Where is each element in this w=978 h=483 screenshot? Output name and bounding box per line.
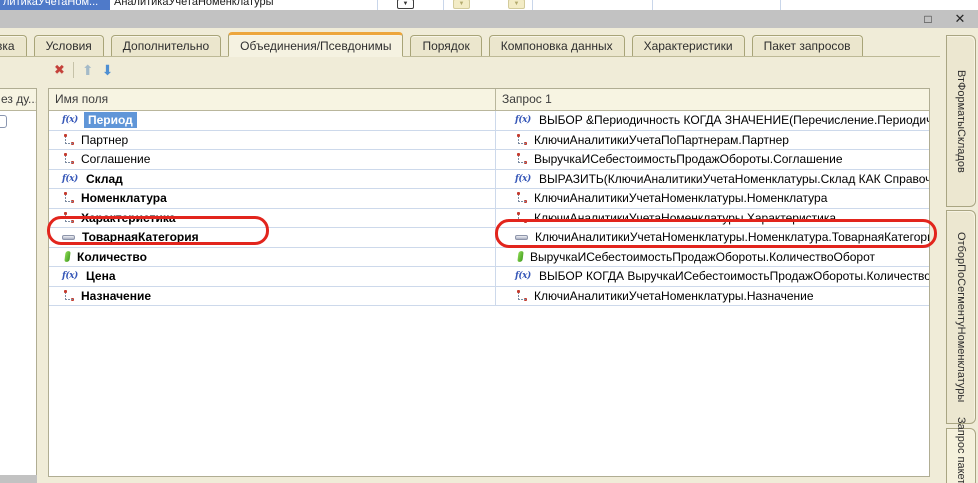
alias-toolbar: ✖ ⬆ ⬇: [54, 60, 113, 80]
table-row[interactable]: Партнер КлючиАналитикиУчетаПоПартнерам.П…: [49, 131, 929, 151]
table-header: Имя поля Запрос 1: [49, 89, 929, 111]
number-field-icon: [64, 251, 70, 263]
field-name-cell[interactable]: Номенклатура: [49, 189, 495, 208]
function-icon: f(x): [515, 115, 532, 125]
field-icon: [62, 192, 74, 204]
table-row[interactable]: Назначение КлючиАналитикиУчетаНоменклату…: [49, 287, 929, 307]
field-name: Период: [84, 112, 137, 128]
field-icon: [515, 290, 527, 302]
tab-characteristics[interactable]: Характеристики: [632, 35, 745, 56]
grid-line: [443, 0, 444, 10]
table-row[interactable]: f(x) Цена f(x) ВЫБОР КОГДА ВыручкаИСебес…: [49, 267, 929, 287]
column-header-query1: Запрос 1: [495, 89, 929, 110]
checkbox-fragment[interactable]: [0, 115, 7, 128]
field-icon: [62, 153, 74, 165]
tab-conditions[interactable]: Условия: [34, 35, 104, 56]
maximize-button[interactable]: □: [918, 10, 938, 28]
delete-button[interactable]: ✖: [54, 62, 65, 78]
tab-grouping-partial[interactable]: вка: [0, 35, 27, 56]
left-panel-header: ез ду...: [0, 89, 36, 111]
field-name-cell[interactable]: Соглашение: [49, 150, 495, 169]
vtab-zapros-paketa-3[interactable]: Запрос пакета 3: [946, 428, 976, 483]
dropdown-button[interactable]: ▼: [508, 0, 525, 9]
field-icon: [515, 134, 527, 146]
query-expression-cell[interactable]: КлючиАналитикиУчетаНоменклатуры.Номенкла…: [495, 189, 929, 208]
dropdown-button[interactable]: ▼: [397, 0, 414, 9]
tab-additional[interactable]: Дополнительно: [111, 35, 221, 56]
field-name-cell[interactable]: Партнер: [49, 131, 495, 150]
query-expression-cell[interactable]: f(x) ВЫБОР &Периодичность КОГДА ЗНАЧЕНИЕ…: [495, 111, 929, 130]
field-name: Склад: [86, 172, 123, 186]
field-icon: [62, 134, 74, 146]
function-icon: f(x): [515, 174, 532, 184]
vtab-otbor-po-segmentu[interactable]: ОтборПоСегментуНоменклатуры: [946, 210, 976, 424]
query-expression-cell[interactable]: КлючиАналитикиУчетаНоменклатуры.Назначен…: [495, 287, 929, 306]
field-icon: [515, 192, 527, 204]
table-row[interactable]: Соглашение ВыручкаИСебестоимостьПродажОб…: [49, 150, 929, 170]
background-selected-cell[interactable]: литикаУчетаНом...: [0, 0, 110, 10]
field-icon: [62, 290, 74, 302]
function-icon: f(x): [62, 115, 79, 125]
move-up-button[interactable]: ⬆: [82, 62, 94, 79]
query-expression: ВЫБОР &Периодичность КОГДА ЗНАЧЕНИЕ(Пере…: [539, 113, 929, 127]
left-panel-partial: ез ду...: [0, 88, 37, 477]
tab-order[interactable]: Порядок: [410, 35, 481, 56]
left-panel-footer: [0, 475, 37, 483]
tab-strip: вка Условия Дополнительно Объединения/Пс…: [0, 31, 940, 57]
annotation-circle-field-name: [47, 216, 269, 245]
field-name: Назначение: [81, 289, 151, 303]
alias-table: Имя поля Запрос 1 f(x) Период f(x) ВЫБОР…: [48, 88, 930, 477]
field-icon: [515, 153, 527, 165]
query-expression: ВЫБОР КОГДА ВыручкаИСебестоимостьПродажО…: [539, 269, 929, 283]
background-field-name: АналитикаУчетаНоменклатуры: [114, 0, 274, 10]
column-header-field-name: Имя поля: [49, 89, 495, 110]
grid-line: [780, 0, 781, 10]
tab-query-batch[interactable]: Пакет запросов: [752, 35, 863, 56]
field-name-cell[interactable]: f(x) Цена: [49, 267, 495, 286]
query-expression: КлючиАналитикиУчетаПоПартнерам.Партнер: [534, 133, 789, 147]
field-name: Номенклатура: [81, 191, 167, 205]
function-icon: f(x): [515, 271, 532, 281]
grid-line: [377, 0, 378, 10]
annotation-circle-query: [495, 219, 937, 248]
query-expression-cell[interactable]: КлючиАналитикиУчетаПоПартнерам.Партнер: [495, 131, 929, 150]
query-expression-cell[interactable]: ВыручкаИСебестоимостьПродажОбороты.Колич…: [495, 248, 929, 267]
table-row[interactable]: f(x) Склад f(x) ВЫРАЗИТЬ(КлючиАналитикиУ…: [49, 170, 929, 190]
right-tab-strip: ВтФорматыСкладов ОтборПоСегментуНоменкла…: [946, 0, 978, 483]
table-row[interactable]: Количество ВыручкаИСебестоимостьПродажОб…: [49, 248, 929, 268]
function-icon: f(x): [62, 174, 79, 184]
move-down-button[interactable]: ⬇: [102, 62, 114, 79]
background-window-row: литикаУчетаНом... АналитикаУчетаНоменкла…: [0, 0, 978, 10]
query-expression-cell[interactable]: f(x) ВЫРАЗИТЬ(КлючиАналитикиУчетаНоменкл…: [495, 170, 929, 189]
number-field-icon: [517, 251, 523, 263]
field-name-cell[interactable]: f(x) Склад: [49, 170, 495, 189]
tab-unions-aliases[interactable]: Объединения/Псевдонимы: [228, 32, 403, 57]
query-expression-cell[interactable]: f(x) ВЫБОР КОГДА ВыручкаИСебестоимостьПр…: [495, 267, 929, 286]
vtab-vt-formaty-skladov[interactable]: ВтФорматыСкладов: [946, 35, 976, 207]
query-expression: КлючиАналитикиУчетаНоменклатуры.Номенкла…: [534, 191, 827, 205]
query-expression: ВыручкаИСебестоимостьПродажОбороты.Согла…: [534, 152, 843, 166]
field-name-cell[interactable]: Количество: [49, 248, 495, 267]
query-designer-dialog: вка Условия Дополнительно Объединения/Пс…: [0, 28, 978, 483]
table-row[interactable]: Номенклатура КлючиАналитикиУчетаНоменкла…: [49, 189, 929, 209]
field-name-cell[interactable]: Назначение: [49, 287, 495, 306]
grid-line: [652, 0, 653, 10]
field-name: Цена: [86, 269, 116, 283]
table-row[interactable]: f(x) Период f(x) ВЫБОР &Периодичность КО…: [49, 111, 929, 131]
grid-line: [532, 0, 533, 10]
query-expression: КлючиАналитикиУчетаНоменклатуры.Назначен…: [534, 289, 814, 303]
window-titlebar: □ ✕: [0, 10, 978, 28]
dropdown-button[interactable]: ▼: [453, 0, 470, 9]
query-expression-cell[interactable]: ВыручкаИСебестоимостьПродажОбороты.Согла…: [495, 150, 929, 169]
function-icon: f(x): [62, 271, 79, 281]
query-expression: ВыручкаИСебестоимостьПродажОбороты.Колич…: [530, 250, 875, 264]
field-name: Количество: [77, 250, 147, 264]
field-name: Соглашение: [81, 152, 150, 166]
field-name-cell[interactable]: f(x) Период: [49, 111, 495, 130]
field-name: Партнер: [81, 133, 128, 147]
query-expression: ВЫРАЗИТЬ(КлючиАналитикиУчетаНоменклатуры…: [539, 172, 929, 186]
toolbar-separator: [73, 62, 74, 78]
tab-data-composition[interactable]: Компоновка данных: [489, 35, 625, 56]
